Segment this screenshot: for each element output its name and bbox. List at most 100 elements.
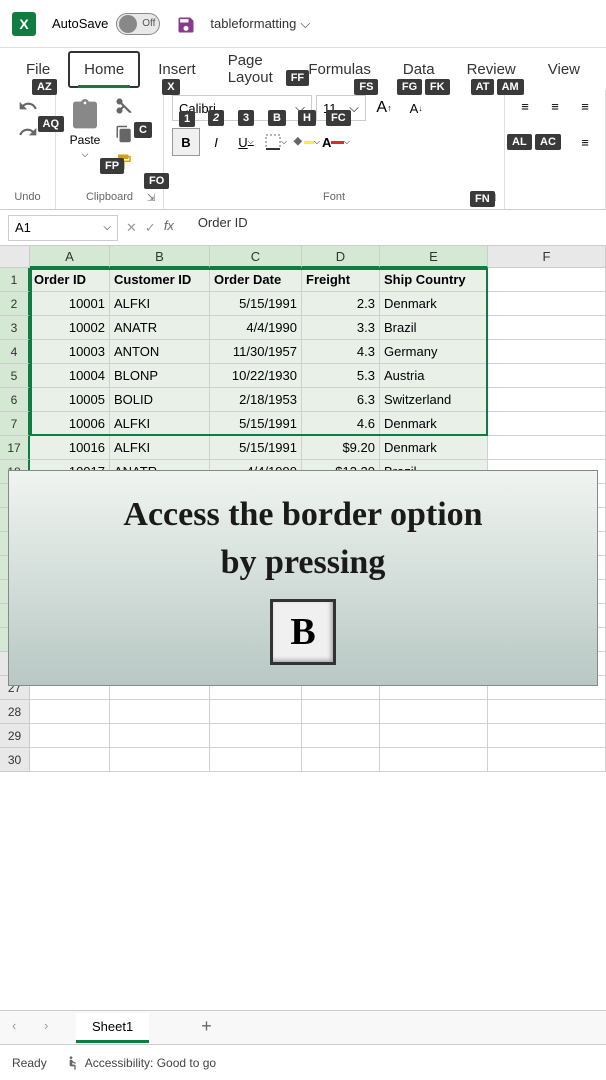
cell[interactable]	[380, 748, 488, 772]
cell[interactable]: Denmark	[380, 292, 488, 316]
cell[interactable]: 2/18/1953	[210, 388, 302, 412]
col-header[interactable]: B	[110, 246, 210, 268]
cell[interactable]: BLONP	[110, 364, 210, 388]
cancel-icon[interactable]: ✕	[126, 220, 137, 236]
row-header[interactable]: 30	[0, 748, 30, 772]
cell[interactable]	[488, 724, 606, 748]
enter-icon[interactable]: ✓	[145, 220, 156, 236]
cell[interactable]: Ship Country	[380, 268, 488, 292]
cell[interactable]	[110, 724, 210, 748]
row-header[interactable]: 5	[0, 364, 30, 388]
cell[interactable]: 2.3	[302, 292, 380, 316]
cell[interactable]	[302, 748, 380, 772]
cell[interactable]: 5/15/1991	[210, 292, 302, 316]
cell[interactable]	[488, 340, 606, 364]
paste-button[interactable]: Paste ⌵ FP	[64, 94, 106, 164]
cell[interactable]: 5/15/1991	[210, 436, 302, 460]
cell[interactable]	[210, 724, 302, 748]
row-header[interactable]: 4	[0, 340, 30, 364]
cell[interactable]: 4/4/1990	[210, 316, 302, 340]
col-header[interactable]: F	[488, 246, 606, 268]
fill-color-button[interactable]: ⌵ H	[292, 128, 320, 156]
cell[interactable]: Order ID	[30, 268, 110, 292]
cell[interactable]	[380, 724, 488, 748]
cell[interactable]: 5/15/1991	[210, 412, 302, 436]
col-header[interactable]: A	[30, 246, 110, 268]
cell[interactable]: 10001	[30, 292, 110, 316]
cell[interactable]	[488, 388, 606, 412]
cell[interactable]: ALFKI	[110, 436, 210, 460]
cell[interactable]: Switzerland	[380, 388, 488, 412]
cell[interactable]	[488, 412, 606, 436]
redo-button[interactable]: AQ	[16, 120, 40, 144]
autosave-toggle[interactable]: AutoSave Off	[52, 13, 160, 35]
filename-dropdown[interactable]: tableformatting ⌵	[210, 16, 310, 32]
sheet-tab[interactable]: Sheet1	[76, 1013, 149, 1043]
col-header[interactable]: E	[380, 246, 488, 268]
tab-review[interactable]: Review AT AM	[453, 53, 530, 86]
cut-button[interactable]	[112, 94, 136, 118]
underline-button[interactable]: U⌵ 3	[232, 128, 260, 156]
cell[interactable]: Order Date	[210, 268, 302, 292]
cell[interactable]: Customer ID	[110, 268, 210, 292]
cell[interactable]	[488, 292, 606, 316]
cell[interactable]: BOLID	[110, 388, 210, 412]
cell[interactable]: ALFKI	[110, 412, 210, 436]
add-sheet-button[interactable]: +	[201, 1016, 225, 1040]
tab-page-layout[interactable]: Page Layout FF	[214, 44, 291, 94]
cell[interactable]: 10003	[30, 340, 110, 364]
dialog-launcher-icon[interactable]: ⇲	[147, 193, 161, 207]
cell[interactable]: ANATR	[110, 316, 210, 340]
fx-button[interactable]: fx	[164, 218, 184, 238]
cell[interactable]	[302, 700, 380, 724]
cell[interactable]: Germany	[380, 340, 488, 364]
cell[interactable]	[488, 700, 606, 724]
cell[interactable]: Denmark	[380, 436, 488, 460]
decrease-font-button[interactable]: A↓	[402, 94, 430, 122]
cell[interactable]	[488, 268, 606, 292]
col-header[interactable]: C	[210, 246, 302, 268]
tab-data[interactable]: Data FG FK	[389, 53, 449, 86]
increase-font-button[interactable]: A↑	[370, 94, 398, 122]
cell[interactable]: Denmark	[380, 412, 488, 436]
select-all-corner[interactable]	[0, 246, 30, 268]
formula-input[interactable]: Order ID	[192, 215, 598, 241]
tab-insert[interactable]: Insert X	[144, 53, 210, 86]
align-top-button[interactable]: ≡	[511, 94, 539, 118]
cell[interactable]	[210, 700, 302, 724]
tab-view[interactable]: View	[534, 53, 594, 86]
cell[interactable]: $9.20	[302, 436, 380, 460]
border-button[interactable]: ⌵ B	[262, 128, 290, 156]
font-color-button[interactable]: A⌵ FC	[322, 128, 350, 156]
cell[interactable]: 4.3	[302, 340, 380, 364]
cell[interactable]: 10016	[30, 436, 110, 460]
cell[interactable]	[488, 316, 606, 340]
cell[interactable]: 3.3	[302, 316, 380, 340]
row-header[interactable]: 1	[0, 268, 30, 292]
cell[interactable]: ALFKI	[110, 292, 210, 316]
save-icon[interactable]	[176, 15, 194, 33]
cell[interactable]: 10002	[30, 316, 110, 340]
cell[interactable]	[30, 700, 110, 724]
row-header[interactable]: 3	[0, 316, 30, 340]
cell[interactable]: Freight	[302, 268, 380, 292]
cell[interactable]	[488, 364, 606, 388]
align-middle-button[interactable]: ≡	[541, 94, 569, 118]
cell[interactable]: 10005	[30, 388, 110, 412]
row-header[interactable]: 2	[0, 292, 30, 316]
bold-button[interactable]: B 1	[172, 128, 200, 156]
cell[interactable]: 10006	[30, 412, 110, 436]
row-header[interactable]: 7	[0, 412, 30, 436]
tab-home[interactable]: Home	[68, 51, 140, 88]
row-header[interactable]: 17	[0, 436, 30, 460]
toggle-switch[interactable]: Off	[116, 13, 160, 35]
copy-button[interactable]: C	[112, 122, 136, 146]
cell[interactable]	[302, 724, 380, 748]
accessibility-status[interactable]: Accessibility: Good to go	[63, 1055, 216, 1071]
cell[interactable]: 11/30/1957	[210, 340, 302, 364]
undo-button[interactable]	[16, 94, 40, 118]
col-header[interactable]: D	[302, 246, 380, 268]
prev-sheet-button[interactable]: ‹	[12, 1018, 32, 1038]
italic-button[interactable]: I 2	[202, 128, 230, 156]
cell[interactable]: 10004	[30, 364, 110, 388]
